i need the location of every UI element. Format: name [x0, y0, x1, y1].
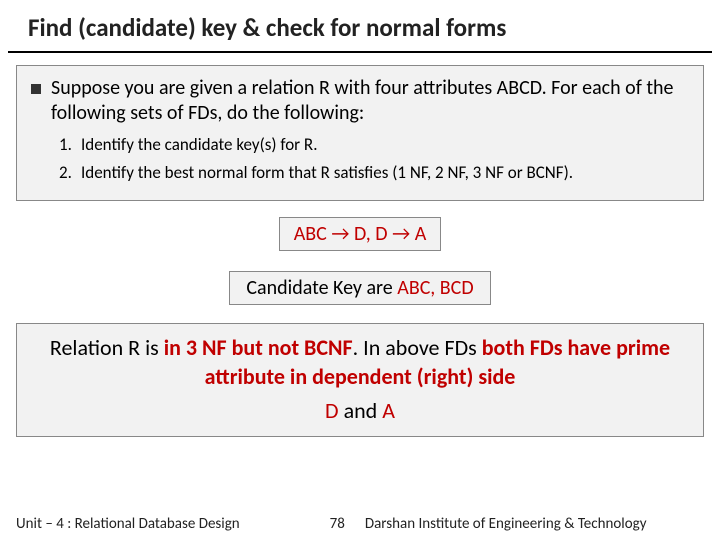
intro-box: Suppose you are given a relation R with …	[16, 65, 704, 201]
step-list: 1. Identify the candidate key(s) for R. …	[59, 134, 689, 184]
step-text: Identify the best normal form that R sat…	[81, 162, 573, 184]
result-a: A	[382, 397, 395, 424]
intro-row: Suppose you are given a relation R with …	[31, 76, 689, 126]
step-text: Identify the candidate key(s) for R.	[81, 134, 318, 156]
footer-institute: Darshan Institute of Engineering & Techn…	[365, 515, 704, 533]
result-d: D	[325, 397, 339, 424]
result-and: and	[339, 397, 383, 424]
fd-box: ABC → D, D → A	[279, 217, 442, 251]
list-item: 2. Identify the best normal form that R …	[59, 162, 689, 184]
slide-title: Find (candidate) key & check for normal …	[8, 0, 712, 53]
list-item: 1. Identify the candidate key(s) for R.	[59, 134, 689, 156]
ck-keys: ABC, BCD	[397, 276, 473, 300]
footer: Unit – 4 : Relational Database Design 78…	[0, 508, 720, 540]
candidate-key-box: Candidate Key are ABC, BCD	[229, 271, 490, 305]
result-line1: Relation R is in 3 NF but not BCNF. In a…	[37, 334, 683, 391]
step-num: 1.	[59, 134, 81, 156]
ck-label: Candidate Key are	[246, 276, 397, 300]
result-emph: in 3 NF but not BCNF	[164, 334, 353, 361]
result-box: Relation R is in 3 NF but not BCNF. In a…	[16, 323, 704, 437]
step-num: 2.	[59, 162, 81, 184]
footer-unit: Unit – 4 : Relational Database Design	[16, 515, 240, 533]
bullet-icon	[31, 84, 41, 94]
intro-text: Suppose you are given a relation R with …	[51, 76, 689, 126]
footer-page: 78	[330, 515, 345, 533]
result-line2: D and A	[37, 397, 683, 426]
result-text: . In above FDs	[353, 334, 482, 361]
result-text: Relation R is	[50, 334, 164, 361]
